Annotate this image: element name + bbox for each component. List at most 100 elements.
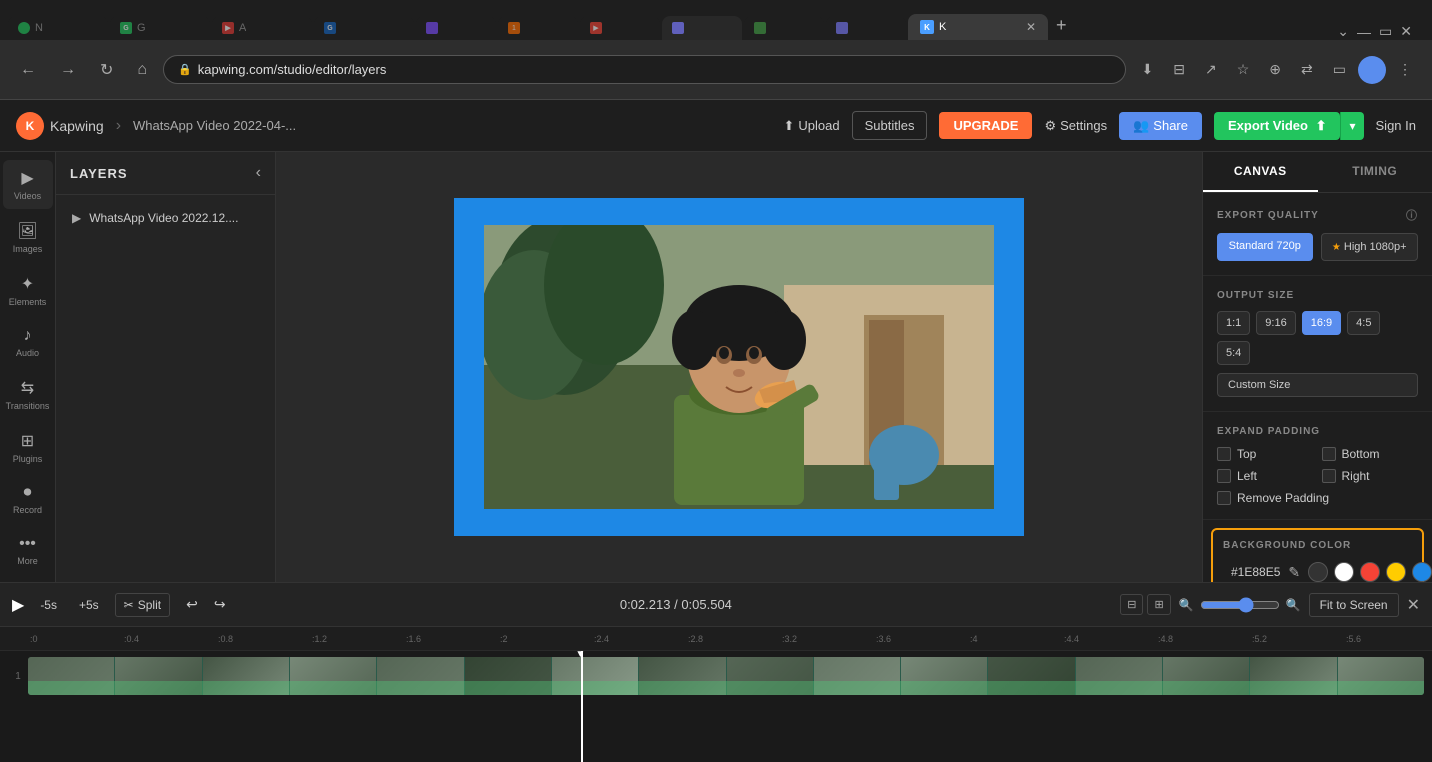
color-swatch-yellow[interactable]: [1386, 562, 1406, 582]
bg-tab-10[interactable]: [826, 16, 906, 40]
sidebar-item-videos[interactable]: ▶ Videos: [3, 160, 53, 209]
active-tab-title: K: [939, 21, 1021, 33]
sidebar-item-record[interactable]: ⏺ Record: [3, 476, 53, 523]
bg-tab-7[interactable]: ▶: [580, 16, 660, 40]
padding-top-checkbox[interactable]: [1217, 447, 1231, 461]
track-split-button[interactable]: ⊞: [1147, 594, 1170, 615]
fit-screen-button[interactable]: Fit to Screen: [1309, 593, 1399, 617]
skip-back-button[interactable]: -5s: [34, 594, 63, 616]
size-16-9-button[interactable]: 16:9: [1302, 311, 1341, 335]
padding-right-checkbox[interactable]: [1322, 469, 1336, 483]
size-4-5-button[interactable]: 4:5: [1347, 311, 1380, 335]
tab-canvas[interactable]: CANVAS: [1203, 152, 1318, 192]
menu-icon[interactable]: ⋮: [1390, 57, 1420, 82]
upgrade-button[interactable]: UPGRADE: [939, 112, 1032, 139]
share-page-icon[interactable]: ↗: [1197, 57, 1225, 82]
track-height-button[interactable]: ⊟: [1120, 594, 1143, 615]
tab-close-btn[interactable]: ✕: [1026, 20, 1036, 34]
bg-tab-2[interactable]: G G: [110, 16, 210, 40]
size-1-1-button[interactable]: 1:1: [1217, 311, 1250, 335]
split-button[interactable]: ✂ Split: [115, 593, 170, 617]
ruler-mark-13: :5.2: [1252, 634, 1346, 644]
reload-button[interactable]: ↻: [92, 56, 121, 84]
restore-icon[interactable]: ▭: [1379, 23, 1392, 40]
profile-avatar[interactable]: [1358, 56, 1386, 84]
padding-bottom-checkbox[interactable]: [1322, 447, 1336, 461]
size-5-4-button[interactable]: 5:4: [1217, 341, 1250, 365]
timeline-close-button[interactable]: ✕: [1407, 595, 1420, 615]
share-button[interactable]: 👥 Share: [1119, 112, 1202, 140]
project-name[interactable]: WhatsApp Video 2022-04-...: [133, 118, 296, 133]
subtitles-button[interactable]: Subtitles: [852, 111, 928, 140]
sidebar-icon[interactable]: ▭: [1325, 57, 1354, 82]
home-button[interactable]: ⌂: [129, 57, 155, 83]
zoom-out-button[interactable]: 🔍: [1179, 598, 1194, 612]
settings-button[interactable]: ⚙ Settings: [1044, 118, 1107, 134]
redo-button[interactable]: ↪: [208, 592, 232, 617]
color-swatch-black[interactable]: [1308, 562, 1328, 582]
sidebar-label-transitions: Transitions: [6, 401, 50, 411]
address-bar[interactable]: 🔒 kapwing.com/studio/editor/layers: [163, 55, 1125, 84]
bg-tab-6[interactable]: 1: [498, 16, 578, 40]
custom-size-button[interactable]: Custom Size: [1217, 373, 1418, 397]
sidebar-item-audio[interactable]: ♪ Audio: [3, 319, 53, 366]
padding-grid: Top Bottom Left Right: [1217, 447, 1418, 483]
close-window-icon[interactable]: ✕: [1400, 23, 1412, 40]
export-button[interactable]: Export Video ⬆: [1214, 112, 1340, 140]
export-quality-info-icon[interactable]: ⓘ: [1406, 207, 1418, 223]
canvas-wrapper: [454, 198, 1024, 536]
eyedropper-button[interactable]: ✎: [1288, 564, 1300, 581]
bg-tab-9[interactable]: [744, 16, 824, 40]
export-dropdown-button[interactable]: ▾: [1340, 112, 1363, 140]
padding-left-checkbox[interactable]: [1217, 469, 1231, 483]
bg-tab-4[interactable]: G: [314, 16, 414, 40]
bg-tab-5[interactable]: [416, 16, 496, 40]
sidebar-item-plugins[interactable]: ⊞ Plugins: [3, 423, 53, 472]
tabs-menu-icon[interactable]: ⌄: [1337, 23, 1349, 40]
layers-header: LAYERS ‹: [56, 152, 275, 195]
bg-tab-1[interactable]: N: [8, 16, 108, 40]
size-9-16-button[interactable]: 9:16: [1256, 311, 1295, 335]
new-tab-button[interactable]: +: [1048, 11, 1075, 40]
bg-tab-3[interactable]: ▶ A: [212, 16, 312, 40]
back-button[interactable]: ←: [12, 57, 44, 83]
extensions-icon[interactable]: ⊕: [1261, 57, 1289, 82]
quality-720p-button[interactable]: Standard 720p: [1217, 233, 1313, 261]
sync-icon[interactable]: ⇄: [1293, 57, 1321, 82]
bookmark-icon[interactable]: ☆: [1229, 57, 1258, 82]
layers-collapse-button[interactable]: ‹: [256, 164, 261, 182]
download-icon[interactable]: ⬇: [1134, 57, 1162, 82]
cast-icon[interactable]: ⊟: [1165, 57, 1193, 82]
zoom-in-button[interactable]: 🔍: [1286, 598, 1301, 612]
zoom-controls: 🔍 🔍: [1179, 597, 1301, 613]
canvas-background[interactable]: [454, 198, 1024, 536]
active-tab[interactable]: K K ✕: [908, 14, 1048, 40]
remove-padding-label: Remove Padding: [1237, 491, 1329, 505]
quality-1080p-button[interactable]: ★ High 1080p+: [1321, 233, 1419, 261]
forward-button[interactable]: →: [52, 57, 84, 83]
color-swatch-red[interactable]: [1360, 562, 1380, 582]
signin-button[interactable]: Sign In: [1376, 118, 1416, 133]
layer-item[interactable]: ▶ WhatsApp Video 2022.12....: [64, 203, 267, 233]
track-content-1[interactable]: [28, 657, 1424, 695]
skip-forward-button[interactable]: +5s: [73, 594, 105, 616]
sidebar-item-images[interactable]: 🖼 Images: [3, 213, 53, 262]
tab-timing[interactable]: TIMING: [1318, 152, 1432, 192]
minimize-icon[interactable]: —: [1357, 24, 1371, 40]
size-options: 1:1 9:16 16:9 4:5 5:4: [1217, 311, 1418, 365]
play-button[interactable]: ▶: [12, 595, 24, 615]
sidebar-item-transitions[interactable]: ⇆ Transitions: [3, 370, 53, 419]
remove-padding-checkbox[interactable]: [1217, 491, 1231, 505]
sidebar-item-more[interactable]: ••• More: [3, 527, 53, 574]
bg-tab-8[interactable]: [662, 16, 742, 40]
sidebar-item-elements[interactable]: ✦ Elements: [3, 266, 53, 315]
color-swatch-white[interactable]: [1334, 562, 1354, 582]
padding-left-option: Left: [1217, 469, 1314, 483]
export-quality-title: EXPORT QUALITY ⓘ: [1217, 207, 1418, 223]
undo-button[interactable]: ↩: [180, 592, 204, 617]
kapwing-logo[interactable]: K Kapwing: [16, 112, 104, 140]
color-swatch-blue[interactable]: [1412, 562, 1432, 582]
ruler-mark-1: :0.4: [124, 634, 218, 644]
upload-button[interactable]: ⬆ Upload: [783, 118, 839, 134]
zoom-slider[interactable]: [1200, 597, 1280, 613]
